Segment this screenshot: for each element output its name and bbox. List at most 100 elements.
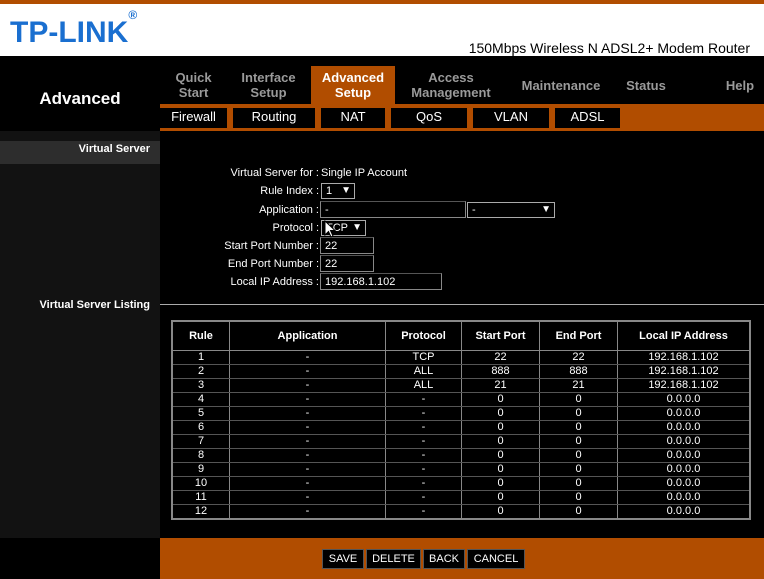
cell-protocol: - [385, 434, 462, 449]
tab-maintenance[interactable]: Maintenance [510, 66, 612, 104]
cell-local-ip: 0.0.0.0 [617, 490, 751, 505]
cell-rule: 2 [171, 364, 230, 379]
table-row: 2- ALL 888 888 192.168.1.102 [171, 364, 751, 379]
table-row: 10- -0 0 0.0.0.0 [171, 476, 751, 491]
cell-rule: 11 [171, 490, 230, 505]
cell-protocol: TCP [385, 350, 462, 365]
cell-local-ip: 192.168.1.102 [617, 350, 751, 365]
table-row: 4- -0 0 0.0.0.0 [171, 392, 751, 407]
cell-rule: 3 [171, 378, 230, 393]
cell-application: - [229, 504, 386, 520]
cell-protocol: - [385, 406, 462, 421]
col-header-protocol: Protocol [385, 320, 462, 351]
cell-end-port: 0 [539, 448, 618, 463]
table-header-row: Rule Application Protocol Start Port End… [171, 320, 751, 351]
sub-nav: Firewall Routing NAT QoS VLAN ADSL [160, 104, 764, 131]
cell-local-ip: 0.0.0.0 [617, 434, 751, 449]
cell-local-ip: 0.0.0.0 [617, 420, 751, 435]
cell-end-port: 0 [539, 490, 618, 505]
cell-start-port: 888 [461, 364, 540, 379]
cell-application: - [229, 462, 386, 477]
rule-index-label: Rule Index : [260, 185, 319, 197]
cell-protocol: - [385, 392, 462, 407]
tab-help[interactable]: Help [716, 66, 764, 104]
cell-rule: 6 [171, 420, 230, 435]
cell-end-port: 0 [539, 420, 618, 435]
subtab-qos[interactable]: QoS [391, 108, 467, 128]
cell-protocol: - [385, 490, 462, 505]
cell-protocol: - [385, 504, 462, 520]
cell-application: - [229, 406, 386, 421]
cell-end-port: 0 [539, 434, 618, 449]
cell-protocol: - [385, 476, 462, 491]
cell-local-ip: 192.168.1.102 [617, 364, 751, 379]
table-row: 8- -0 0 0.0.0.0 [171, 448, 751, 463]
cell-start-port: 0 [461, 420, 540, 435]
virtual-server-for-value: Single IP Account [321, 167, 408, 179]
subtab-vlan[interactable]: VLAN [473, 108, 549, 128]
cell-start-port: 0 [461, 476, 540, 491]
col-header-start-port: Start Port [461, 320, 540, 351]
end-port-label: End Port Number : [227, 258, 319, 270]
cell-application: - [229, 350, 386, 365]
cell-rule: 12 [171, 504, 230, 520]
cell-start-port: 22 [461, 350, 540, 365]
table-row: 9- -0 0 0.0.0.0 [171, 462, 751, 477]
cell-end-port: 0 [539, 476, 618, 491]
start-port-label: Start Port Number : [224, 240, 319, 252]
delete-button[interactable]: DELETE [366, 549, 421, 569]
col-header-end-port: End Port [539, 320, 618, 351]
cell-rule: 1 [171, 350, 230, 365]
application-input[interactable]: - [320, 201, 466, 218]
cancel-button[interactable]: CANCEL [467, 549, 525, 569]
col-header-application: Application [229, 320, 386, 351]
cell-rule: 8 [171, 448, 230, 463]
cell-rule: 10 [171, 476, 230, 491]
cell-application: - [229, 378, 386, 393]
table-row: 6- -0 0 0.0.0.0 [171, 420, 751, 435]
rule-index-select[interactable]: 1 ▼ [321, 183, 355, 199]
cell-end-port: 0 [539, 504, 618, 520]
col-header-rule: Rule [171, 320, 230, 351]
back-button[interactable]: BACK [423, 549, 465, 569]
main-nav: Quick Start Interface Setup Advanced Setup … [160, 66, 764, 104]
section-virtual-server: Virtual Server [78, 143, 150, 155]
cell-local-ip: 192.168.1.102 [617, 378, 751, 393]
cell-end-port: 21 [539, 378, 618, 393]
cell-local-ip: 0.0.0.0 [617, 448, 751, 463]
cell-start-port: 0 [461, 434, 540, 449]
tab-access-management[interactable]: Access Management [396, 66, 506, 104]
subtab-firewall[interactable]: Firewall [160, 108, 227, 128]
tab-status[interactable]: Status [615, 66, 677, 104]
cell-application: - [229, 364, 386, 379]
tab-quick-start[interactable]: Quick Start [160, 66, 227, 104]
tab-interface-setup[interactable]: Interface Setup [227, 66, 310, 104]
end-port-input[interactable]: 22 [320, 255, 374, 272]
sidebar [0, 131, 160, 538]
local-ip-label: Local IP Address : [230, 276, 319, 288]
local-ip-input[interactable]: 192.168.1.102 [320, 273, 442, 290]
cell-application: - [229, 420, 386, 435]
table-row: 3- ALL 21 21 192.168.1.102 [171, 378, 751, 393]
cell-start-port: 0 [461, 392, 540, 407]
cell-start-port: 0 [461, 504, 540, 520]
section-virtual-server-listing: Virtual Server Listing [39, 299, 150, 311]
tab-advanced-setup[interactable]: Advanced Setup [311, 66, 395, 104]
table-row: 11- -0 0 0.0.0.0 [171, 490, 751, 505]
cell-protocol: ALL [385, 378, 462, 393]
cell-application: - [229, 392, 386, 407]
cell-end-port: 888 [539, 364, 618, 379]
cell-rule: 4 [171, 392, 230, 407]
cell-local-ip: 0.0.0.0 [617, 476, 751, 491]
table-row: 12- -0 0 0.0.0.0 [171, 504, 751, 520]
application-select[interactable]: - ▼ [467, 202, 555, 218]
save-button[interactable]: SAVE [322, 549, 364, 569]
cell-rule: 9 [171, 462, 230, 477]
cell-protocol: - [385, 448, 462, 463]
subtab-nat[interactable]: NAT [321, 108, 385, 128]
cell-end-port: 0 [539, 462, 618, 477]
tplink-logo: TP-LINK® [10, 8, 138, 49]
cell-protocol: ALL [385, 364, 462, 379]
subtab-routing[interactable]: Routing [233, 108, 315, 128]
subtab-adsl[interactable]: ADSL [555, 108, 620, 128]
